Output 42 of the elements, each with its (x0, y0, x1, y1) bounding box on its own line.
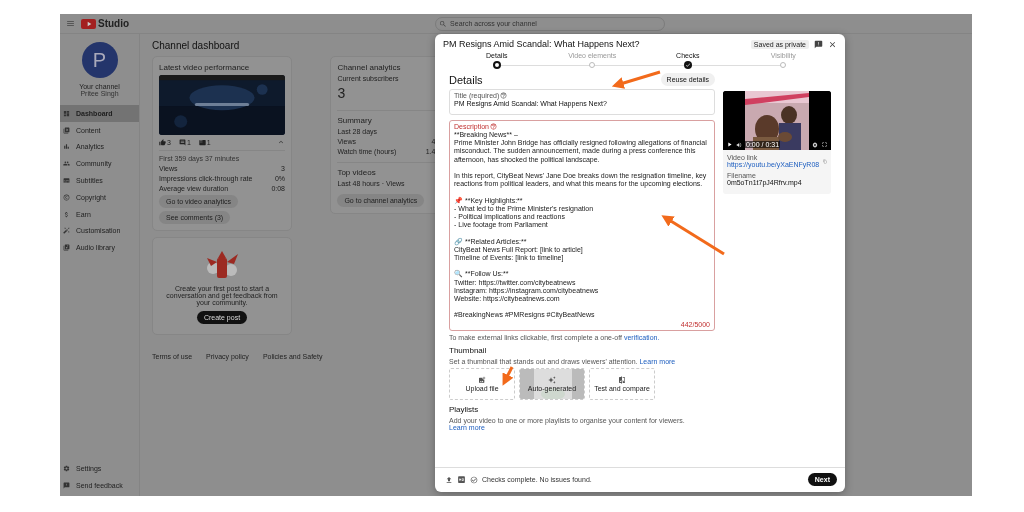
section-heading: Details (449, 73, 483, 86)
studio-logo: Studio (98, 18, 130, 29)
section-title: Top videos (337, 168, 377, 177)
mascot-illustration (204, 250, 240, 280)
card-title: Channel analytics (337, 63, 402, 72)
subscriber-count: 3 (337, 85, 347, 101)
channel-avatar: P (81, 42, 118, 78)
play-icon[interactable] (726, 141, 733, 148)
page-title: Channel dashboard (152, 40, 240, 51)
play-logo-icon (81, 18, 96, 29)
nav-icon (63, 193, 70, 201)
nav-icon (63, 227, 70, 235)
card-title: Latest video performance (159, 63, 251, 72)
fullscreen-icon[interactable] (821, 141, 828, 148)
close-icon[interactable] (828, 39, 837, 49)
upload-icon (445, 475, 453, 484)
sparkle-icon (548, 375, 556, 384)
nav-icon (63, 210, 70, 218)
dialog-title: PM Resigns Amid Scandal: What Happens Next? (443, 39, 641, 49)
section-heading: Playlists (449, 404, 480, 414)
compare-icon (618, 375, 626, 384)
annotation-arrow (611, 70, 661, 89)
nav-icon (63, 143, 70, 151)
nav-icon (63, 109, 70, 117)
feedback-icon (63, 482, 70, 490)
volume-icon[interactable] (736, 141, 742, 148)
help-icon (500, 92, 508, 99)
check-icon (470, 475, 478, 484)
annotation-arrow (502, 366, 514, 386)
help-icon (490, 123, 497, 130)
image-icon (478, 375, 486, 384)
nav-icon (63, 126, 70, 134)
section-heading: Thumbnail (449, 345, 488, 355)
annotation-arrow (661, 215, 725, 256)
feedback-icon[interactable] (814, 39, 823, 49)
settings-icon[interactable] (812, 141, 818, 148)
nav-icon (63, 244, 70, 252)
settings-icon (63, 465, 70, 473)
section-title: Summary (337, 116, 373, 125)
hd-icon (457, 475, 466, 484)
nav-icon (63, 160, 70, 168)
nav-icon (63, 177, 70, 185)
